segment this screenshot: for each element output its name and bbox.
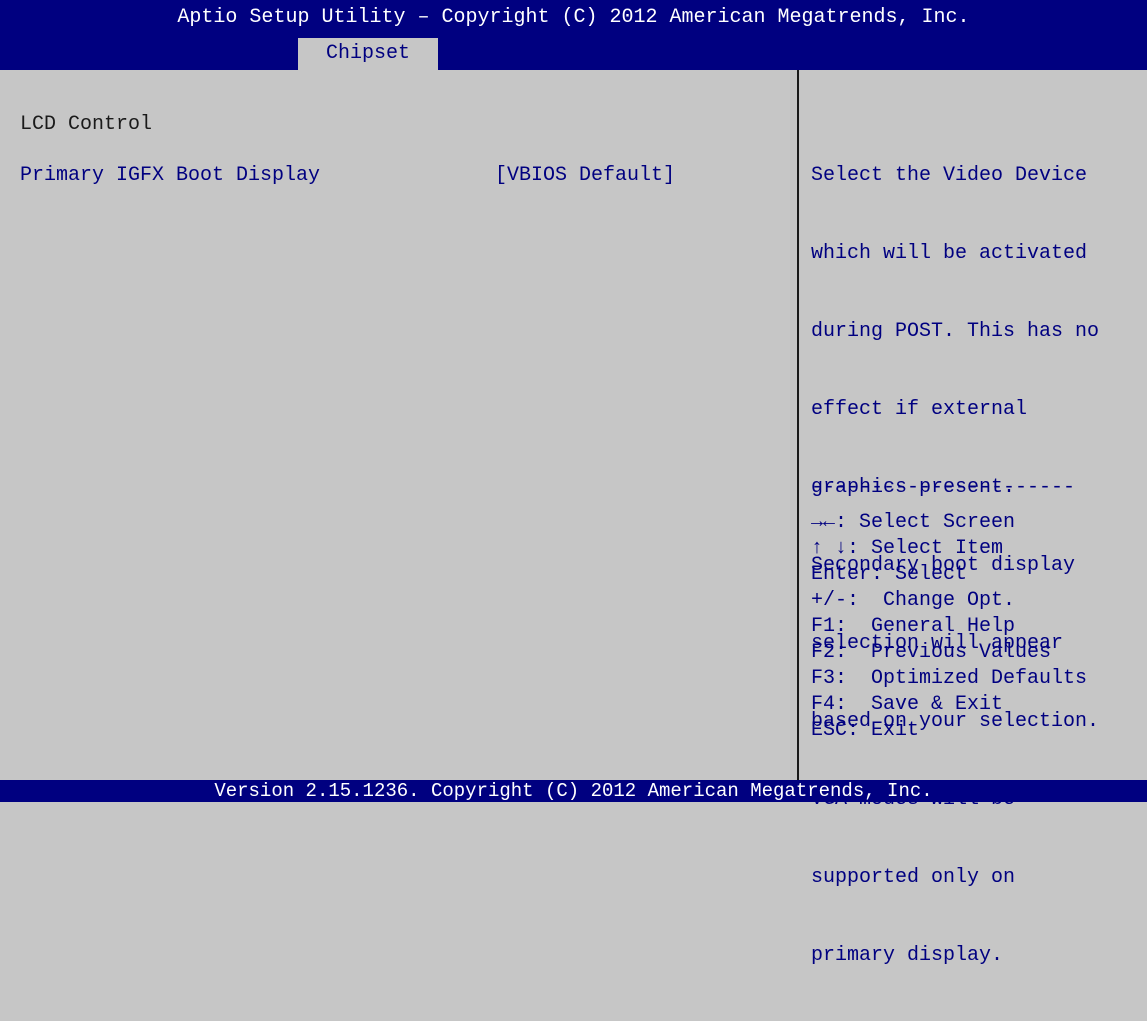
help-line: supported only on	[811, 866, 1016, 889]
key-action: Exit	[859, 719, 920, 742]
key-row-f2: F2: Previous Values	[811, 640, 1087, 666]
key-label: Enter:	[811, 563, 884, 586]
key-row-enter: Enter: Select	[811, 562, 1087, 588]
key-label: F3:	[811, 667, 848, 690]
main-panel: LCD Control Primary IGFX Boot Display [V…	[0, 70, 1147, 967]
help-line: during POST. This has no	[811, 320, 1100, 343]
help-line: effect if external	[811, 398, 1028, 421]
key-label: F2:	[811, 641, 848, 664]
key-action: Previous Values	[847, 641, 1052, 664]
key-action: Select Screen	[847, 511, 1016, 534]
key-label: ↑ ↓:	[811, 537, 860, 560]
app-title: Aptio Setup Utility – Copyright (C) 2012…	[177, 6, 970, 29]
help-separator: ----------------------	[811, 476, 1076, 499]
help-line: primary display.	[811, 944, 1004, 967]
key-label: ESC:	[811, 719, 860, 742]
header-bar: Aptio Setup Utility – Copyright (C) 2012…	[0, 0, 1147, 70]
footer-version: Version 2.15.1236. Copyright (C) 2012 Am…	[0, 780, 1147, 802]
key-label: →←:	[811, 511, 848, 534]
help-line: Select the Video Device	[811, 164, 1088, 187]
key-action: General Help	[847, 615, 1016, 638]
key-legend: →←: Select Screen ↑ ↓: Select Item Enter…	[811, 510, 1087, 744]
key-row-select-screen: →←: Select Screen	[811, 510, 1087, 536]
help-line: which will be activated	[811, 242, 1088, 265]
key-action: Change Opt.	[859, 589, 1016, 612]
key-row-f4: F4: Save & Exit	[811, 692, 1087, 718]
key-row-esc: ESC: Exit	[811, 718, 1087, 744]
key-label: F4:	[811, 693, 848, 716]
section-title-lcd-control: LCD Control	[20, 113, 153, 136]
key-action: Optimized Defaults	[847, 667, 1088, 690]
key-label: +/-:	[811, 589, 860, 612]
tab-chipset[interactable]: Chipset	[298, 38, 438, 70]
primary-igfx-boot-display-label[interactable]: Primary IGFX Boot Display	[20, 163, 320, 189]
key-row-f3: F3: Optimized Defaults	[811, 666, 1087, 692]
key-action: Select	[883, 563, 968, 586]
primary-igfx-boot-display-value[interactable]: [VBIOS Default]	[495, 163, 675, 189]
key-label: F1:	[811, 615, 848, 638]
key-row-change-opt: +/-: Change Opt.	[811, 588, 1087, 614]
key-action: Select Item	[859, 537, 1004, 560]
panel-divider	[797, 70, 799, 780]
key-action: Save & Exit	[847, 693, 1004, 716]
key-row-f1: F1: General Help	[811, 614, 1087, 640]
key-row-select-item: ↑ ↓: Select Item	[811, 536, 1087, 562]
